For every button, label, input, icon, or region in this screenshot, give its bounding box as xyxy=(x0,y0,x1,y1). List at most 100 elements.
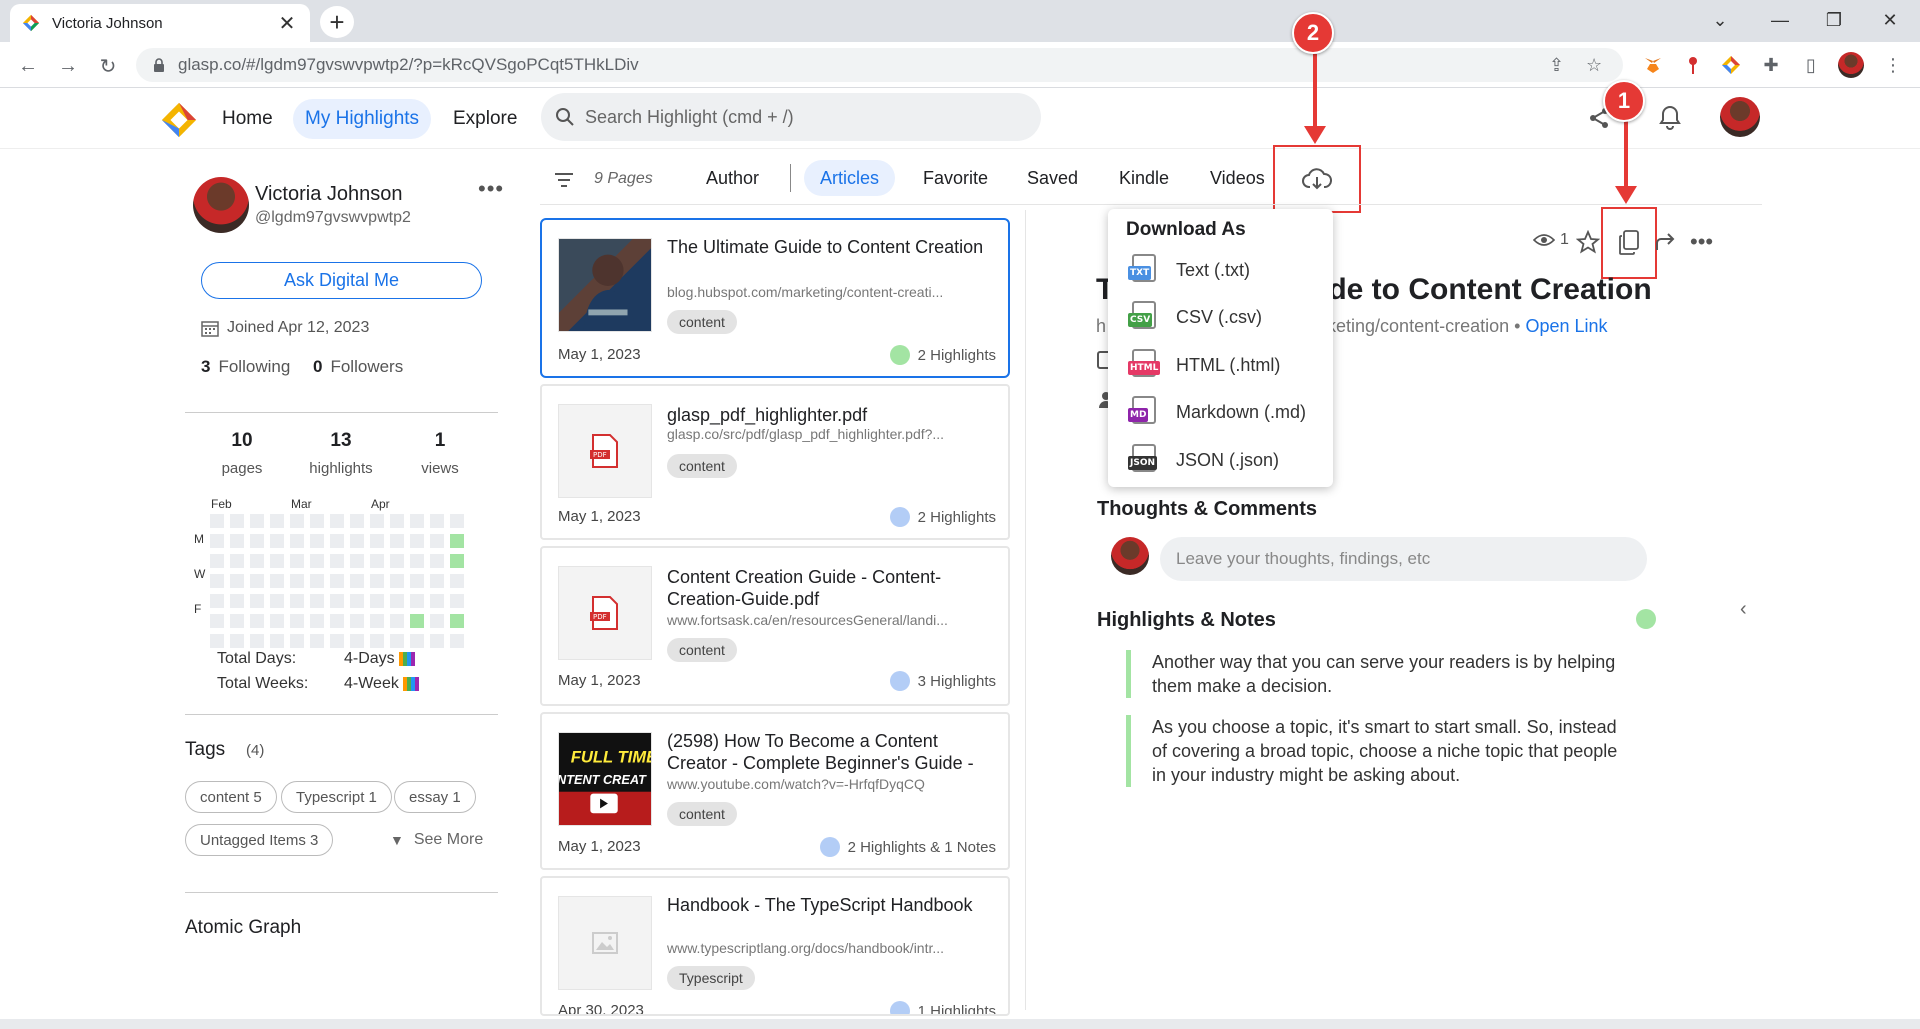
download-csv-option[interactable]: CSV CSV (.csv) xyxy=(1128,300,1262,334)
article-card[interactable]: PDF glasp_pdf_highlighter.pdf glasp.co/s… xyxy=(540,384,1010,540)
highlight-item[interactable]: As you choose a topic, it's smart to sta… xyxy=(1126,715,1636,787)
svg-text:PDF: PDF xyxy=(593,451,607,459)
tag-chip[interactable]: essay 1 xyxy=(394,781,476,813)
new-tab-button[interactable]: + xyxy=(320,6,354,38)
restore-button[interactable]: ❐ xyxy=(1806,0,1862,40)
heatmap-cell xyxy=(350,514,364,528)
heatmap-cell xyxy=(410,514,424,528)
nav-explore[interactable]: Explore xyxy=(441,99,529,139)
followers-link[interactable]: 0 Followers xyxy=(313,357,403,377)
card-tag[interactable]: content xyxy=(667,802,737,826)
heatmap-cell xyxy=(430,594,444,608)
copy-icon xyxy=(1619,230,1639,255)
download-txt-option[interactable]: TXT Text (.txt) xyxy=(1128,253,1250,287)
article-card[interactable]: The Ultimate Guide to Content Creation b… xyxy=(540,218,1010,378)
heatmap-cell xyxy=(330,514,344,528)
heatmap-cell xyxy=(270,634,284,648)
nav-home[interactable]: Home xyxy=(210,99,285,139)
tab-kindle[interactable]: Kindle xyxy=(1103,160,1185,196)
heatmap-cell xyxy=(230,574,244,588)
nav-my-highlights[interactable]: My Highlights xyxy=(293,99,432,139)
browser-tabbar: Victoria Johnson ✕ + ⌄ — ❐ ✕ xyxy=(0,0,1920,42)
heatmap-cell xyxy=(270,554,284,568)
search-input[interactable] xyxy=(585,106,985,128)
highlight-color-dot[interactable] xyxy=(1636,609,1656,629)
tab-videos[interactable]: Videos xyxy=(1194,160,1281,196)
tag-chip[interactable]: content 5 xyxy=(185,781,277,813)
heatmap-cell xyxy=(370,554,384,568)
user-avatar[interactable] xyxy=(1720,97,1760,137)
tab-close-icon[interactable]: ✕ xyxy=(276,11,298,36)
browser-profile-avatar[interactable] xyxy=(1838,52,1864,78)
more-options-icon[interactable]: ••• xyxy=(1690,228,1713,256)
profile-more-icon[interactable]: ••• xyxy=(478,176,504,202)
following-link[interactable]: 3 Following xyxy=(201,357,290,377)
copy-button[interactable] xyxy=(1601,207,1657,279)
close-window-button[interactable]: ✕ xyxy=(1862,0,1918,40)
tab-search-icon[interactable]: ⌄ xyxy=(1692,0,1748,40)
card-title[interactable]: The Ultimate Guide to Content Creation xyxy=(667,236,997,258)
card-tag[interactable]: Typescript xyxy=(667,966,755,990)
highlight-color-dot xyxy=(889,671,910,691)
highlight-search[interactable] xyxy=(541,93,1041,141)
card-title[interactable]: glasp_pdf_highlighter.pdf xyxy=(667,404,997,426)
highlight-item[interactable]: Another way that you can serve your read… xyxy=(1126,650,1636,698)
tag-chip[interactable]: Typescript 1 xyxy=(281,781,392,813)
atomic-graph-title[interactable]: Atomic Graph xyxy=(185,917,301,939)
article-card[interactable]: Handbook - The TypeScript Handbook www.t… xyxy=(540,876,1010,1016)
metamask-extension-icon[interactable] xyxy=(1640,52,1666,78)
notification-bell-icon[interactable] xyxy=(1655,103,1685,133)
card-title[interactable]: Content Creation Guide - Content-Creatio… xyxy=(667,566,997,610)
heatmap-month: Feb xyxy=(211,497,232,511)
article-card[interactable]: PDF Content Creation Guide - Content-Cre… xyxy=(540,546,1010,706)
share-arrow-icon[interactable] xyxy=(1654,228,1678,256)
tab-author[interactable]: Author xyxy=(690,160,775,196)
ask-digital-me-button[interactable]: Ask Digital Me xyxy=(201,262,482,299)
download-button[interactable] xyxy=(1273,145,1361,213)
card-title[interactable]: Handbook - The TypeScript Handbook xyxy=(667,894,997,916)
download-md-option[interactable]: MD Markdown (.md) xyxy=(1128,395,1306,429)
bookmark-star-icon[interactable]: ☆ xyxy=(1586,48,1602,82)
heatmap-cell xyxy=(350,614,364,628)
heatmap-cell xyxy=(430,634,444,648)
download-json-option[interactable]: JSON JSON (.json) xyxy=(1128,443,1279,477)
tab-articles[interactable]: Articles xyxy=(804,160,896,196)
md-file-icon: MD xyxy=(1128,396,1160,428)
card-tag[interactable]: content xyxy=(667,454,737,478)
glasp-logo-icon[interactable] xyxy=(160,101,198,139)
side-panel-icon[interactable]: ▯ xyxy=(1798,52,1824,78)
tag-chip[interactable]: Untagged Items 3 xyxy=(185,824,334,856)
download-html-option[interactable]: HTML HTML (.html) xyxy=(1128,348,1280,382)
glasp-extension-icon[interactable] xyxy=(1718,52,1744,78)
collapse-panel-icon[interactable]: ‹ xyxy=(1740,598,1747,621)
tab-favorite[interactable]: Favorite xyxy=(907,160,1004,196)
heatmap-cell xyxy=(370,614,384,628)
tab-saved[interactable]: Saved xyxy=(1011,160,1094,196)
card-tag[interactable]: content xyxy=(667,638,737,662)
see-more-tags[interactable]: ▼ See More xyxy=(390,831,483,849)
download-option-label: JSON (.json) xyxy=(1176,449,1280,470)
comment-input[interactable] xyxy=(1160,537,1647,581)
favorite-star-icon[interactable] xyxy=(1576,228,1600,256)
filter-icon[interactable] xyxy=(553,169,575,191)
stats-divider xyxy=(185,714,498,715)
heatmap-cell xyxy=(310,574,324,588)
browser-tab[interactable]: Victoria Johnson ✕ xyxy=(10,4,310,42)
key-extension-icon[interactable] xyxy=(1680,52,1706,78)
card-title[interactable]: (2598) How To Become a Content Creator -… xyxy=(667,730,997,774)
extensions-puzzle-icon[interactable]: ✚ xyxy=(1758,52,1784,78)
share-page-icon[interactable]: ⇪ xyxy=(1549,48,1564,82)
video-thumbnail: FULL TIME NTENT CREAT xyxy=(558,732,652,826)
highlight-color-dot xyxy=(819,837,840,857)
browser-menu-icon[interactable]: ⋮ xyxy=(1880,52,1906,78)
heatmap-cell xyxy=(270,614,284,628)
article-card[interactable]: FULL TIME NTENT CREAT (2598) How To Beco… xyxy=(540,712,1010,870)
forward-icon[interactable]: → xyxy=(54,52,82,80)
stat-views: 1 views xyxy=(395,430,485,477)
minimize-button[interactable]: — xyxy=(1752,0,1808,40)
card-tag[interactable]: content xyxy=(667,310,737,334)
back-icon[interactable]: ← xyxy=(14,52,42,80)
reload-icon[interactable]: ↻ xyxy=(94,52,122,80)
url-bar[interactable]: glasp.co/#/lgdm97gvswvpwtp2/?p=kRcQVSgoP… xyxy=(136,48,1623,82)
open-link[interactable]: Open Link xyxy=(1525,316,1607,336)
